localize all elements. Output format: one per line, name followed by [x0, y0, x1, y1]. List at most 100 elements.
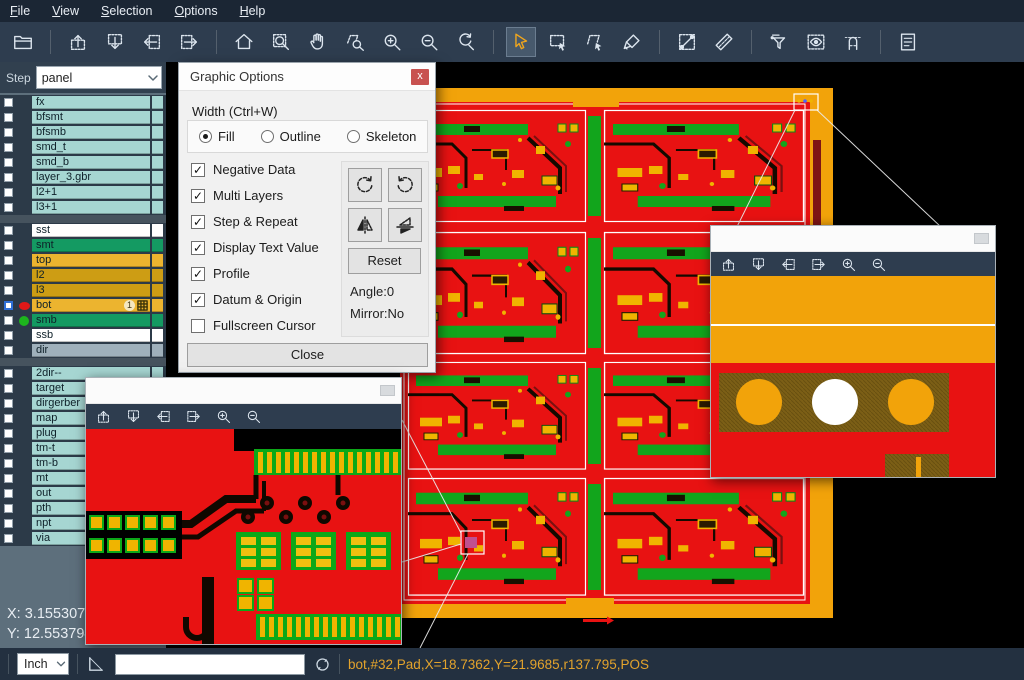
menu-help[interactable]: Help — [240, 4, 266, 18]
popup-button[interactable] — [380, 385, 395, 396]
unit-dropdown[interactable]: Inch — [17, 653, 69, 675]
report-button[interactable] — [893, 27, 923, 57]
layer-visibility-checkbox[interactable] — [4, 286, 13, 295]
layer-visibility-checkbox[interactable] — [4, 301, 13, 310]
checkbox-display-text-value[interactable]: Display Text Value — [191, 240, 319, 255]
popup-button[interactable] — [974, 233, 989, 244]
layer-row-l3plus1[interactable]: l3+1 — [0, 200, 166, 215]
layer-visibility-checkbox[interactable] — [4, 474, 13, 483]
zoom-window-button[interactable] — [266, 27, 296, 57]
layer-visibility-checkbox[interactable] — [4, 429, 13, 438]
layer-visibility-checkbox[interactable] — [4, 399, 13, 408]
layer-row-bfsmb[interactable]: bfsmb — [0, 125, 166, 140]
zoom-out-icon[interactable] — [245, 408, 262, 425]
pan-down-icon[interactable] — [750, 256, 767, 273]
pan-right-icon[interactable] — [185, 408, 202, 425]
radio-outline[interactable]: Outline — [261, 129, 321, 144]
layer-visibility-checkbox[interactable] — [4, 203, 13, 212]
pan-left-icon[interactable] — [780, 256, 797, 273]
zoom-in-icon[interactable] — [840, 256, 857, 273]
checkbox-multi-layers[interactable]: Multi Layers — [191, 188, 283, 203]
layer-visibility-checkbox[interactable] — [4, 384, 13, 393]
menu-view[interactable]: View — [52, 4, 79, 18]
pan-up-icon[interactable] — [720, 256, 737, 273]
zoom-polygon-button[interactable] — [340, 27, 370, 57]
layer-visibility-checkbox[interactable] — [4, 256, 13, 265]
checkbox-negative-data[interactable]: Negative Data — [191, 162, 295, 177]
layer-visibility-checkbox[interactable] — [4, 369, 13, 378]
layer-visibility-checkbox[interactable] — [4, 489, 13, 498]
select-window-button[interactable] — [543, 27, 573, 57]
checkbox-profile[interactable]: Profile — [191, 266, 250, 281]
layer-row-bfsmt[interactable]: bfsmt — [0, 110, 166, 125]
ruler-button[interactable] — [709, 27, 739, 57]
radio-fill[interactable]: Fill — [199, 129, 235, 144]
magnified-pcb-view[interactable] — [86, 429, 401, 644]
command-input[interactable] — [115, 654, 305, 675]
layer-visibility-checkbox[interactable] — [4, 414, 13, 423]
zoom-in-button[interactable] — [377, 27, 407, 57]
step-dropdown[interactable]: panel — [36, 66, 162, 89]
zoom-in-icon[interactable] — [215, 408, 232, 425]
layer-row-smd_b[interactable]: smd_b — [0, 155, 166, 170]
radio-skeleton[interactable]: Skeleton — [347, 129, 417, 144]
layer-row-sst[interactable]: sst — [0, 223, 166, 238]
layer-row-l2plus1[interactable]: l2+1 — [0, 185, 166, 200]
layer-visibility-checkbox[interactable] — [4, 331, 13, 340]
pan-hand-button[interactable] — [303, 27, 333, 57]
reset-button[interactable]: Reset — [348, 248, 421, 274]
pan-right-icon[interactable] — [810, 256, 827, 273]
home-extents-button[interactable] — [229, 27, 259, 57]
zoom-out-button[interactable] — [414, 27, 444, 57]
layer-row-fx[interactable]: fx — [0, 95, 166, 110]
layer-visibility-checkbox[interactable] — [4, 534, 13, 543]
filter-button[interactable] — [764, 27, 794, 57]
layer-row-bot[interactable]: bot 1 — [0, 298, 166, 313]
layer-visibility-checkbox[interactable] — [4, 113, 13, 122]
layer-visibility-checkbox[interactable] — [4, 128, 13, 137]
layer-row-l2[interactable]: l2 — [0, 268, 166, 283]
open-folder-button[interactable] — [8, 27, 38, 57]
magnified-pcb-view[interactable] — [711, 276, 995, 477]
magnifier-titlebar[interactable] — [711, 226, 995, 252]
layer-row-smd_t[interactable]: smd_t — [0, 140, 166, 155]
menu-selection[interactable]: Selection — [101, 4, 152, 18]
layer-visibility-checkbox[interactable] — [4, 98, 13, 107]
layer-row-layer_3[interactable]: layer_3.gbr — [0, 170, 166, 185]
layer-visibility-checkbox[interactable] — [4, 444, 13, 453]
layer-visibility-checkbox[interactable] — [4, 316, 13, 325]
magnifier-titlebar[interactable] — [86, 378, 401, 404]
layer-row-smb[interactable]: smb — [0, 313, 166, 328]
zoom-previous-button[interactable] — [451, 27, 481, 57]
layer-visibility-checkbox[interactable] — [4, 241, 13, 250]
pan-up-button[interactable] — [63, 27, 93, 57]
layer-visibility-checkbox[interactable] — [4, 459, 13, 468]
layer-row-top[interactable]: top — [0, 253, 166, 268]
layer-row-ssb[interactable]: ssb — [0, 328, 166, 343]
menu-options[interactable]: Options — [174, 4, 217, 18]
select-polygon-button[interactable] — [580, 27, 610, 57]
layer-visibility-checkbox[interactable] — [4, 226, 13, 235]
rotate-ccw-button[interactable] — [388, 168, 422, 202]
layer-visibility-checkbox[interactable] — [4, 519, 13, 528]
close-button[interactable]: Close — [187, 343, 428, 367]
layer-visibility-checkbox[interactable] — [4, 271, 13, 280]
checkbox-step-repeat[interactable]: Step & Repeat — [191, 214, 298, 229]
layer-visibility-checkbox[interactable] — [4, 188, 13, 197]
pan-down-button[interactable] — [100, 27, 130, 57]
dialog-close-button[interactable]: x — [411, 69, 429, 85]
angle-mode-icon[interactable] — [86, 655, 105, 674]
pan-up-icon[interactable] — [95, 408, 112, 425]
pan-left-icon[interactable] — [155, 408, 172, 425]
select-cursor-button[interactable] — [506, 27, 536, 57]
mirror-horizontal-button[interactable] — [388, 208, 422, 242]
layer-visibility-checkbox[interactable] — [4, 173, 13, 182]
snap-button[interactable] — [838, 27, 868, 57]
checkbox-datum-origin[interactable]: Datum & Origin — [191, 292, 302, 307]
layer-row-dir[interactable]: dir — [0, 343, 166, 358]
pan-left-button[interactable] — [137, 27, 167, 57]
layer-visibility-checkbox[interactable] — [4, 504, 13, 513]
refresh-icon[interactable] — [314, 656, 331, 673]
layer-visibility-checkbox[interactable] — [4, 143, 13, 152]
pan-right-button[interactable] — [174, 27, 204, 57]
